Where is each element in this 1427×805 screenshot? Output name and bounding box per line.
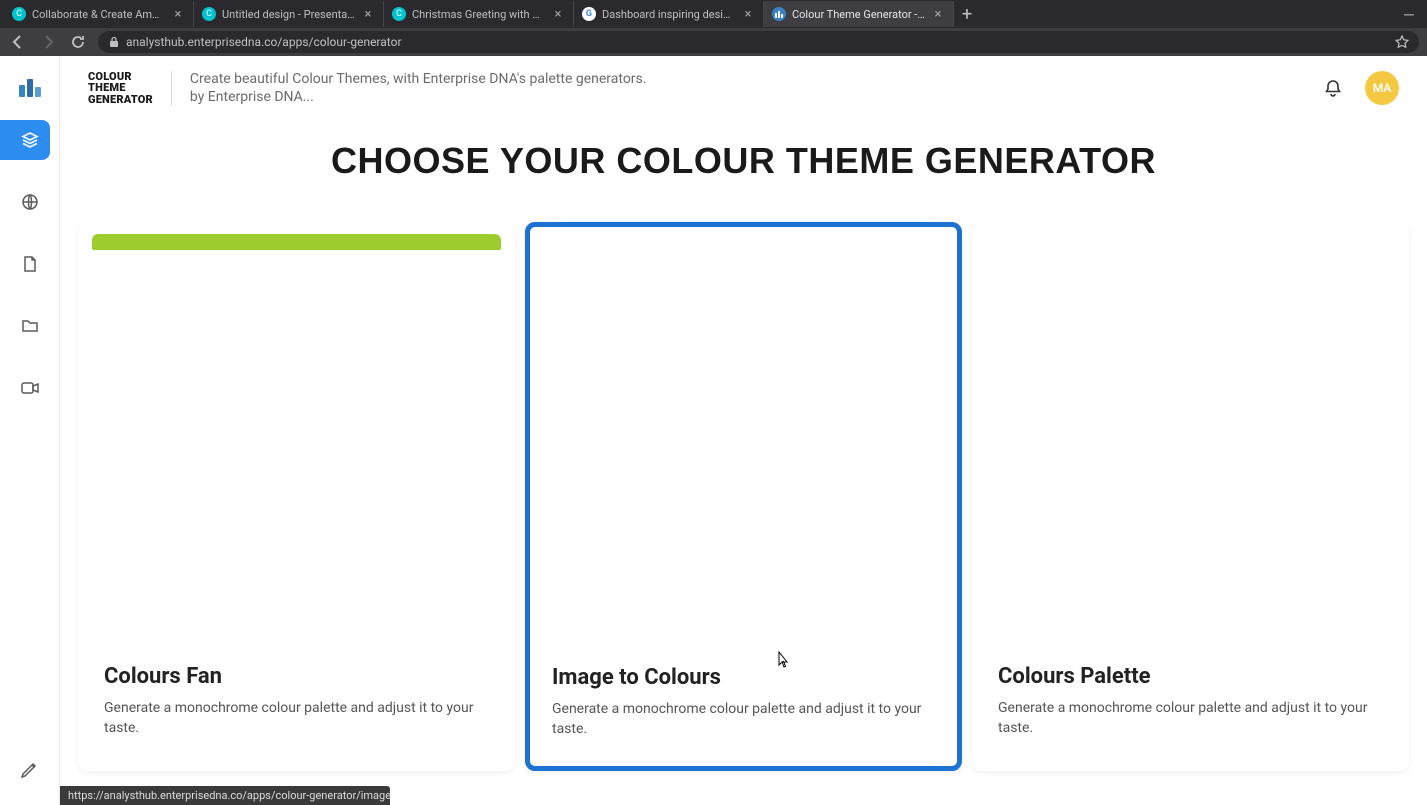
- card-desc: Generate a monochrome colour palette and…: [552, 700, 935, 739]
- tab-label: Untitled design - Presentation (1: [222, 8, 355, 21]
- sidebar: [0, 56, 60, 805]
- tab-active[interactable]: Colour Theme Generator - Analy ×: [764, 1, 954, 27]
- url-text: analysthub.enterprisedna.co/apps/colour-…: [126, 35, 402, 49]
- close-icon[interactable]: ×: [361, 7, 375, 21]
- tab[interactable]: C Untitled design - Presentation (1 ×: [194, 1, 384, 27]
- lock-icon: [108, 36, 120, 48]
- sidebar-item-document[interactable]: [10, 244, 50, 284]
- app-tagline: Create beautiful Colour Themes, with Ent…: [190, 70, 647, 106]
- address-bar[interactable]: analysthub.enterprisedna.co/apps/colour-…: [98, 31, 1419, 53]
- status-bar: https://analysthub.enterprisedna.co/apps…: [60, 786, 390, 805]
- card-title: Image to Colours: [552, 665, 935, 690]
- sidebar-item-layers[interactable]: [0, 120, 50, 160]
- card-title: Colours Palette: [998, 664, 1383, 689]
- minimize-button[interactable]: ─: [1391, 0, 1427, 28]
- favicon-google-icon: G: [582, 7, 596, 21]
- card-colours-fan[interactable]: Colours Fan Generate a monochrome colour…: [78, 222, 515, 770]
- app-header: COLOUR THEME GENERATOR Create beautiful …: [60, 56, 1427, 120]
- tab-bar: C Collaborate & Create Amazing G × C Unt…: [0, 0, 1427, 28]
- new-tab-button[interactable]: +: [954, 1, 980, 27]
- generator-cards: Colours Fan Generate a monochrome colour…: [60, 222, 1427, 805]
- tab[interactable]: C Christmas Greeting with Man ho ×: [384, 1, 574, 27]
- main-content: COLOUR THEME GENERATOR Create beautiful …: [60, 56, 1427, 805]
- sidebar-item-folder[interactable]: [10, 306, 50, 346]
- favicon-app-icon: [772, 7, 786, 21]
- forward-button[interactable]: [38, 32, 58, 52]
- card-preview: [92, 234, 501, 644]
- page-title: CHOOSE YOUR COLOUR THEME GENERATOR: [60, 140, 1427, 182]
- app-logo-text: COLOUR THEME GENERATOR: [88, 71, 172, 106]
- tab[interactable]: C Collaborate & Create Amazing G ×: [4, 1, 194, 27]
- reload-button[interactable]: [68, 32, 88, 52]
- sidebar-item-settings[interactable]: [10, 749, 50, 789]
- favicon-canva-icon: C: [392, 7, 406, 21]
- close-icon[interactable]: ×: [171, 7, 185, 21]
- app-logo-icon[interactable]: [14, 70, 46, 102]
- app-container: COLOUR THEME GENERATOR Create beautiful …: [0, 56, 1427, 805]
- card-desc: Generate a monochrome colour palette and…: [104, 699, 489, 738]
- avatar[interactable]: MA: [1365, 71, 1399, 105]
- tab[interactable]: G Dashboard inspiring designs - G ×: [574, 1, 764, 27]
- close-icon[interactable]: ×: [741, 7, 755, 21]
- favicon-canva-icon: C: [12, 7, 26, 21]
- window-controls: ─: [1391, 0, 1427, 28]
- tab-label: Collaborate & Create Amazing G: [32, 8, 165, 21]
- notifications-button[interactable]: [1319, 74, 1347, 102]
- favicon-canva-icon: C: [202, 7, 216, 21]
- nav-bar: analysthub.enterprisedna.co/apps/colour-…: [0, 28, 1427, 56]
- sidebar-item-globe[interactable]: [10, 182, 50, 222]
- sidebar-item-video[interactable]: [10, 368, 50, 408]
- card-desc: Generate a monochrome colour palette and…: [998, 699, 1383, 738]
- close-icon[interactable]: ×: [551, 7, 565, 21]
- browser-chrome: C Collaborate & Create Amazing G × C Unt…: [0, 0, 1427, 56]
- card-preview: [540, 235, 947, 645]
- close-icon[interactable]: ×: [931, 7, 945, 21]
- tab-label: Christmas Greeting with Man ho: [412, 8, 545, 21]
- card-preview: [986, 234, 1395, 644]
- card-image-to-colours[interactable]: Image to Colours Generate a monochrome c…: [525, 222, 962, 770]
- back-button[interactable]: [8, 32, 28, 52]
- card-colours-palette[interactable]: Colours Palette Generate a monochrome co…: [972, 222, 1409, 770]
- tab-label: Colour Theme Generator - Analy: [792, 8, 925, 21]
- tab-label: Dashboard inspiring designs - G: [602, 8, 735, 21]
- star-icon[interactable]: [1395, 35, 1409, 49]
- card-title: Colours Fan: [104, 664, 489, 689]
